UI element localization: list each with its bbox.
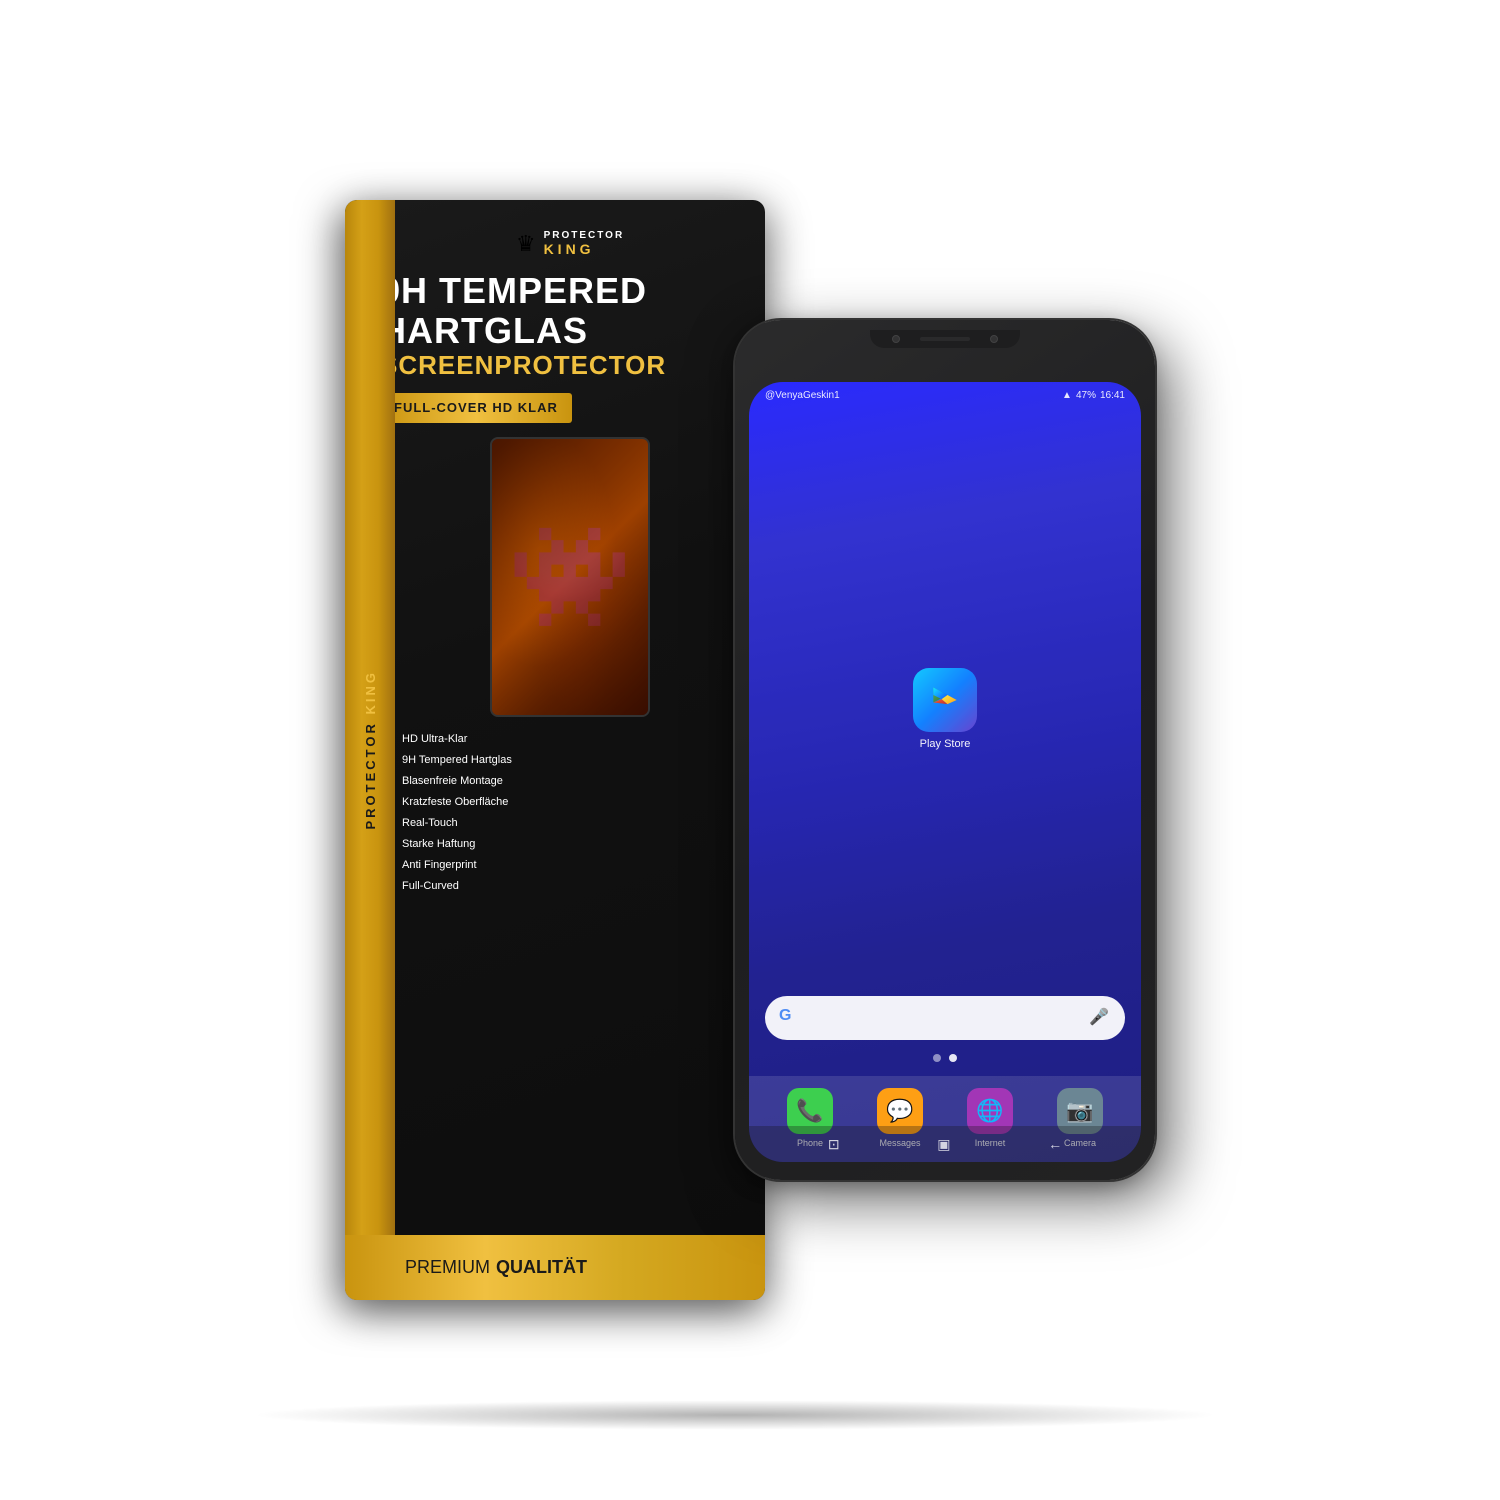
phone-screen: @VenyaGeskin1 ▲ 47% 16:41 (749, 382, 1141, 1162)
feature-text-haftung: Starke Haftung (402, 838, 475, 850)
feature-curved: ✦ Full-Curved (380, 878, 760, 894)
mic-icon: 🎤 (1089, 1007, 1111, 1029)
gold-badge: FULL-COVER HD KLAR (380, 393, 572, 423)
box-title: 9H TEMPERED HARTGLAS SCREENPROTECTOR (380, 271, 760, 381)
box-content: ♛ PROTECTOR KING 9H TEMPERED HARTGLAS SC… (380, 230, 760, 1300)
scene-shadow (250, 1400, 1220, 1430)
feature-text-tempered: 9H Tempered Hartglas (402, 754, 512, 766)
logo-text: PROTECTOR KING (544, 230, 625, 257)
brand-king: KING (544, 241, 595, 257)
box-side-label: PROTECTOR KING (363, 670, 378, 830)
feature-kratz: ✦ Kratzfeste Oberfläche (380, 794, 760, 810)
brand-protector: PROTECTOR (544, 230, 625, 241)
feature-text-realtouch: Real-Touch (402, 817, 458, 829)
feature-text-blasen: Blasenfreie Montage (402, 775, 503, 787)
play-store-icon[interactable] (913, 668, 977, 732)
feature-realtouch: ✦ Real-Touch (380, 815, 760, 831)
feature-text-kratz: Kratzfeste Oberfläche (402, 796, 508, 808)
feature-fingerprint: ✦ Anti Fingerprint (380, 857, 760, 873)
product-scene: PROTECTOR KING ♛ PROTECTOR KING 9H TEMPE… (200, 100, 1300, 1400)
front-sensor (990, 335, 998, 343)
crown-icon: ♛ (516, 231, 536, 257)
premium-label: PREMIUM (405, 1257, 490, 1278)
feature-blasen: ✦ Blasenfreie Montage (380, 773, 760, 789)
qualitat-label: QUALITÄT (496, 1257, 587, 1278)
search-bar-area: G 🎤 (749, 996, 1141, 1054)
page-dot-1 (933, 1054, 941, 1062)
feature-tempered: ✦ 9H Tempered Hartglas (380, 752, 760, 768)
google-logo: G (779, 1007, 801, 1029)
feature-haftung: ✦ Starke Haftung (380, 836, 760, 852)
brand-logo: ♛ PROTECTOR KING (516, 230, 624, 257)
box-bottom-bar: PREMIUM QUALITÄT (345, 1235, 765, 1300)
badge-text: FULL-COVER HD KLAR (394, 400, 558, 415)
nav-back-button[interactable]: ← (1048, 1136, 1062, 1152)
page-dot-2 (949, 1054, 957, 1062)
status-bar: @VenyaGeskin1 ▲ 47% 16:41 (749, 382, 1141, 405)
box-title-line3: SCREENPROTECTOR (380, 350, 760, 381)
battery-percent: 47% (1076, 390, 1096, 401)
earpiece-speaker (920, 337, 970, 341)
feature-text-fingerprint: Anti Fingerprint (402, 859, 477, 871)
app-icon-area: Play Store (749, 382, 1141, 996)
google-search-bar[interactable]: G 🎤 (765, 996, 1125, 1040)
nav-home-button[interactable]: ⊡ (828, 1136, 840, 1153)
phone-body: @VenyaGeskin1 ▲ 47% 16:41 (735, 320, 1155, 1180)
box-title-line2: HARTGLAS (380, 311, 760, 351)
signal-icon: ▲ (1062, 390, 1072, 401)
status-time: 16:41 (1100, 390, 1125, 401)
status-right: ▲ 47% 16:41 (1062, 390, 1125, 401)
feature-hd: ✦ HD Ultra-Klar (380, 731, 760, 747)
box-side-strip: PROTECTOR KING (345, 200, 395, 1300)
box-phone-image (490, 437, 650, 717)
features-list: ✦ HD Ultra-Klar ✦ 9H Tempered Hartglas ✦… (380, 731, 760, 894)
product-box: PROTECTOR KING ♛ PROTECTOR KING 9H TEMPE… (345, 200, 765, 1300)
home-screen: Play Store G 🎤 (749, 382, 1141, 1162)
feature-text-hd: HD Ultra-Klar (402, 733, 467, 745)
navigation-bar: ⊡ ▣ ← (749, 1126, 1141, 1162)
front-camera (892, 335, 900, 343)
status-username: @VenyaGeskin1 (765, 390, 840, 401)
page-indicators (749, 1054, 1141, 1062)
box-title-line1: 9H TEMPERED (380, 271, 760, 311)
play-store-label: Play Store (920, 738, 971, 750)
nav-recents-button[interactable]: ▣ (937, 1136, 950, 1153)
phone-device: @VenyaGeskin1 ▲ 47% 16:41 (735, 320, 1155, 1180)
feature-text-curved: Full-Curved (402, 880, 459, 892)
phone-notch (870, 330, 1020, 348)
